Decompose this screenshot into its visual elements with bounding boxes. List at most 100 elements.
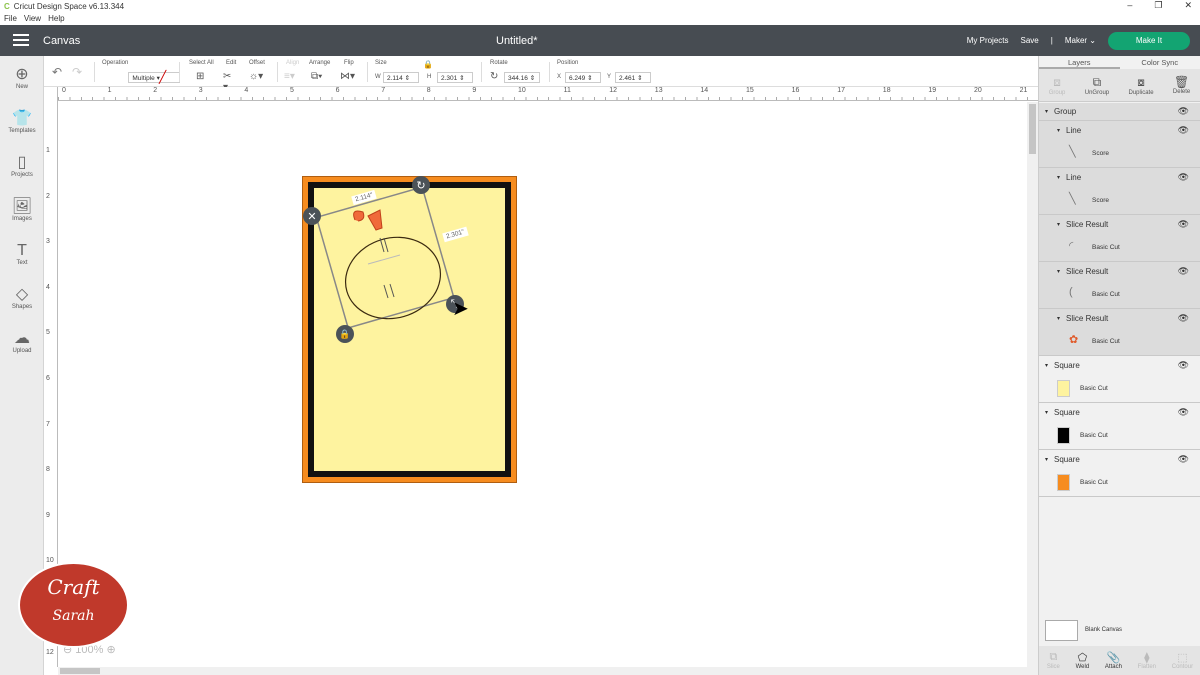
blank-canvas-swatch[interactable] [1045,620,1078,641]
eye-icon[interactable]: 👁 [1178,106,1189,117]
app-title: Cricut Design Space v6.13.344 [13,1,125,11]
redo-icon[interactable]: ↷ [72,65,82,79]
layer-item[interactable]: ╲ Score [1039,139,1200,168]
minimize-icon[interactable]: – [1127,0,1132,11]
eye-icon[interactable]: 👁 [1178,313,1189,324]
menu-help[interactable]: Help [48,14,64,23]
layer-row[interactable]: ▾ Square 👁 [1039,403,1200,421]
layer-row[interactable]: ▾ Slice Result 👁 [1039,309,1200,327]
weld-button[interactable]: ⬠ Weld [1076,651,1090,670]
lock-proportions-icon[interactable]: 🔒 [423,60,433,69]
section-title: Canvas [43,34,81,47]
arrange-icon[interactable]: ⧉▾ [311,71,322,82]
layer-row[interactable]: ▾ Group 👁 [1039,103,1200,121]
attach-button[interactable]: 📎 Attach [1105,651,1122,670]
eye-icon[interactable]: 👁 [1178,125,1189,136]
ungroup-button[interactable]: ⧉ UnGroup [1085,75,1109,96]
collapse-caret-icon[interactable]: ▾ [1057,174,1060,181]
make-it-button[interactable]: Make It [1108,31,1190,50]
delete-button[interactable]: 🗑 Delete [1173,75,1190,95]
collapse-caret-icon[interactable]: ▾ [1057,315,1060,322]
align-icon[interactable]: ≡▾ [284,71,295,82]
layer-row[interactable]: ▾ Slice Result 👁 [1039,262,1200,280]
layer-row[interactable]: ▾ Square 👁 [1039,356,1200,374]
sidebar-item-images[interactable]: 🖼 Images [0,198,44,222]
flip-icon[interactable]: ⋈▾ [340,71,355,82]
sidebar-item-upload[interactable]: ☁ Upload [0,330,44,354]
eye-icon[interactable]: 👁 [1178,172,1189,183]
layer-row[interactable]: ▾ Square 👁 [1039,450,1200,468]
rotate-input[interactable]: 344.16 ⇕ [504,72,540,83]
ruler-tick-label: 5 [290,87,294,94]
collapse-caret-icon[interactable]: ▾ [1045,362,1048,369]
eye-icon[interactable]: 👁 [1178,266,1189,277]
hamburger-menu-icon[interactable] [13,34,29,46]
layer-item[interactable]: ✿ Basic Cut [1039,327,1200,356]
eye-icon[interactable]: 👁 [1178,407,1189,418]
tab-color-sync[interactable]: Color Sync [1120,56,1200,69]
select-all-label: Select All [189,60,214,66]
layer-row[interactable]: ▾ Line 👁 [1039,121,1200,139]
maximize-icon[interactable]: ❐ [1154,0,1162,11]
close-window-icon[interactable]: ✕ [1184,0,1192,11]
layer-item[interactable]: (Basic Cut [1039,280,1200,309]
collapse-caret-icon[interactable]: ▾ [1045,456,1048,463]
width-input[interactable]: 2.114 ⇕ [383,72,419,83]
operation-select[interactable]: Multiple ▾ [128,72,181,83]
design-canvas[interactable] [59,102,1027,667]
machine-select[interactable]: Maker ⌄ [1065,36,1096,45]
layer-item[interactable]: ◜ Basic Cut [1039,233,1200,262]
menu-view[interactable]: View [24,14,41,23]
flatten-button[interactable]: ⧫ Flatten [1138,651,1156,670]
linetype-color-icon[interactable]: ╱ [159,70,166,84]
sidebar-item-new[interactable]: ⊕ New [0,66,44,90]
delete-handle-icon[interactable]: ✕ [303,207,321,225]
layer-row[interactable]: ▾ Line 👁 [1039,168,1200,186]
layer-item[interactable]: Basic Cut [1039,374,1200,403]
vertical-scrollbar[interactable] [1027,102,1038,667]
sidebar-item-shapes[interactable]: ◇ Shapes [0,286,44,310]
height-input[interactable]: 2.301 ⇕ [437,72,473,83]
group-button[interactable]: ⧈ Group [1049,75,1066,96]
eye-icon[interactable]: 👁 [1178,219,1189,230]
layer-item[interactable]: ╲ Score [1039,186,1200,215]
my-projects-link[interactable]: My Projects [967,36,1009,45]
eye-icon[interactable]: 👁 [1178,360,1189,371]
collapse-caret-icon[interactable]: ▾ [1057,221,1060,228]
undo-icon[interactable]: ↶ [52,65,62,79]
attach-label: Attach [1104,664,1122,670]
select-all-icon[interactable]: ⊞ [196,71,204,82]
title-bar: C Cricut Design Space v6.13.344 – ❐ ✕ [0,0,1200,12]
tab-layers[interactable]: Layers [1039,56,1120,69]
horizontal-scrollbar[interactable] [58,667,1038,675]
sidebar-item-projects[interactable]: ▯ Projects [0,154,44,178]
edit-toolbar: ↶ ↷ Operation Multiple ▾ ╱ Select All ⊞ Edi… [44,56,1038,93]
ruler-tick-label: 17 [837,87,845,94]
contour-icon: ⬚ [1177,652,1188,664]
collapse-caret-icon[interactable]: ▾ [1057,268,1060,275]
mouse-cursor-icon: ➤ [452,298,469,320]
save-button[interactable]: Save [1021,36,1039,45]
rotate-handle-icon[interactable]: ↻ [412,176,430,194]
slice-button[interactable]: ⧉ Slice [1047,651,1060,670]
sidebar-item-templates[interactable]: 👕 Templates [0,110,44,134]
collapse-caret-icon[interactable]: ▾ [1045,409,1048,416]
contour-button[interactable]: ⬚ Contour [1172,651,1193,670]
offset-icon[interactable]: ☼▾ [249,71,263,82]
layer-item[interactable]: Basic Cut [1039,468,1200,497]
y-input[interactable]: 2.461 ⇕ [615,72,651,83]
layer-item[interactable]: Basic Cut [1039,421,1200,450]
layer-group[interactable]: ▾ Group 👁 ▾ Line 👁 ╲ Score ▾ Line 👁 ╲ Score ▾ Slice Re… [1039,103,1200,356]
ruler-tick-label: 10 [46,557,54,565]
width-label: W [375,74,381,80]
eye-icon[interactable]: 👁 [1178,454,1189,465]
lock-handle-icon[interactable]: 🔒 [336,325,354,343]
collapse-caret-icon[interactable]: ▾ [1057,127,1060,134]
layer-row[interactable]: ▾ Slice Result 👁 [1039,215,1200,233]
duplicate-button[interactable]: ⧇ Duplicate [1129,75,1154,96]
collapse-caret-icon[interactable]: ▾ [1045,108,1048,115]
x-input[interactable]: 6.249 ⇕ [565,72,601,83]
menu-file[interactable]: File [4,14,17,23]
pumpkin-selection[interactable] [300,170,530,350]
sidebar-item-text[interactable]: T Text [0,242,44,266]
